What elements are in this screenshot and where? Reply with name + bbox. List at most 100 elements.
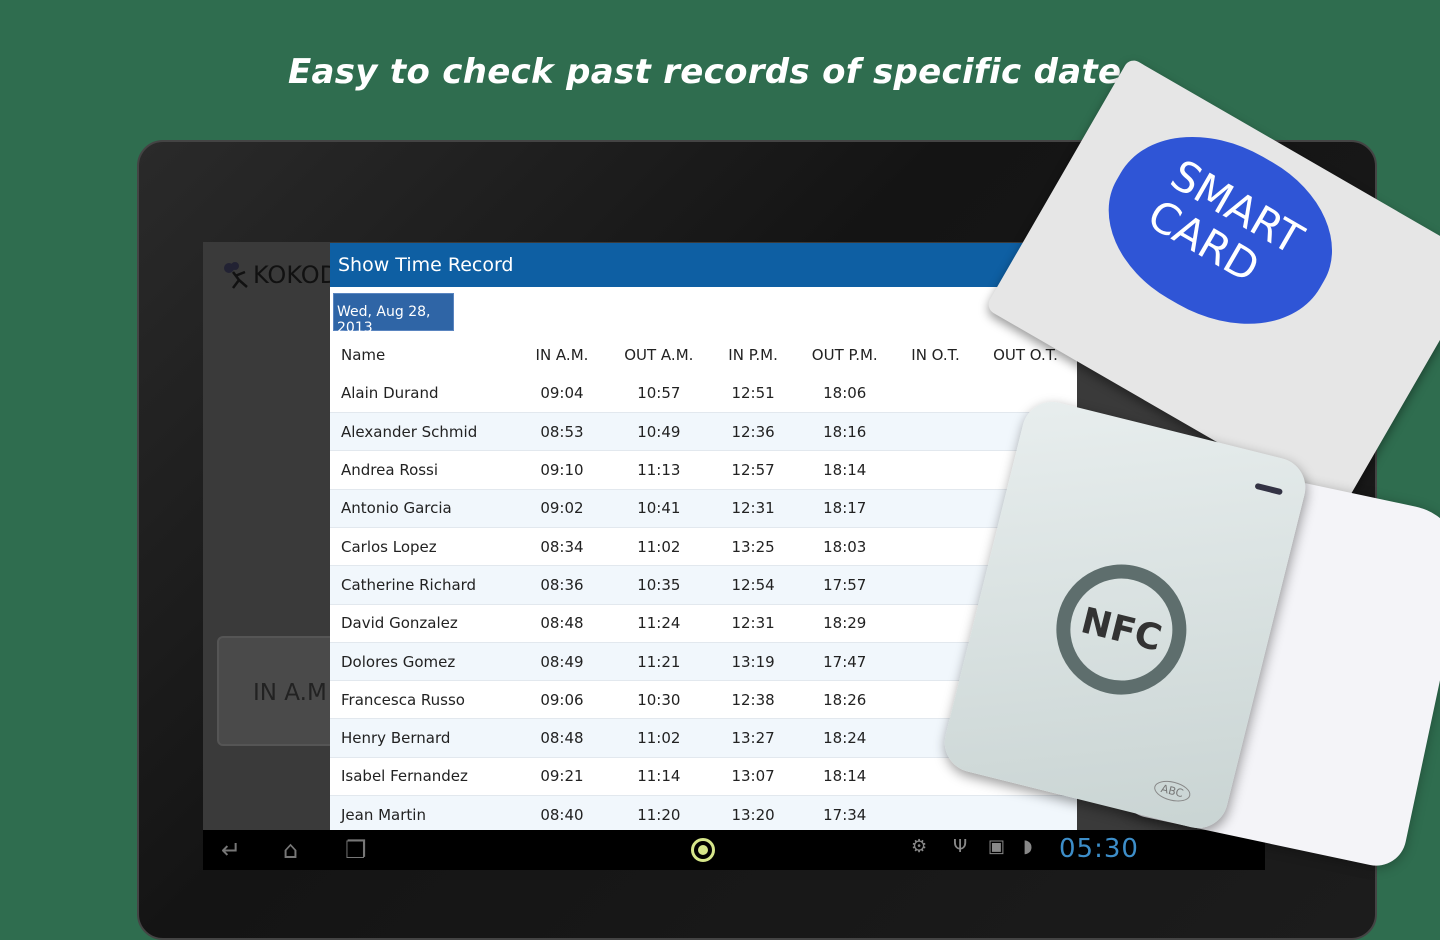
employee-name: Henry Bernard xyxy=(330,718,520,758)
time-cell: 09:02 xyxy=(520,489,604,528)
time-cell: 17:34 xyxy=(792,795,898,835)
table-row[interactable]: Jean Martin 08:40 11:20 13:20 17:34 xyxy=(330,795,1077,835)
time-cell: 12:38 xyxy=(713,680,793,720)
dialog-title: Show Time Record xyxy=(330,243,1077,287)
time-cell: 13:19 xyxy=(713,642,793,682)
time-cell: 12:31 xyxy=(713,604,793,643)
usb-icon: Ψ xyxy=(953,836,968,857)
time-cell: 17:47 xyxy=(792,642,898,682)
time-cell: 12:36 xyxy=(713,412,793,452)
time-cell: 08:40 xyxy=(520,795,604,835)
time-cell xyxy=(897,412,975,452)
time-cell: 11:14 xyxy=(603,757,714,797)
time-cell: 11:21 xyxy=(603,642,714,682)
time-cell: 11:20 xyxy=(603,795,714,835)
time-cell: 09:04 xyxy=(520,374,604,414)
time-cell: 08:48 xyxy=(520,718,604,758)
nfc-signal-icon: ◗ xyxy=(1023,836,1033,857)
time-cell: 11:02 xyxy=(603,718,714,758)
column-header: IN O.T. xyxy=(911,346,960,365)
time-cell: 17:57 xyxy=(792,565,898,605)
time-cell xyxy=(897,489,975,528)
employee-name: Jean Martin xyxy=(330,795,520,835)
time-cell: 08:49 xyxy=(520,642,604,682)
time-cell xyxy=(897,527,975,567)
column-header: IN A.M. xyxy=(535,346,589,365)
time-cell: 08:48 xyxy=(520,604,604,643)
time-cell: 09:06 xyxy=(520,680,604,720)
time-cell: 08:36 xyxy=(520,565,604,605)
time-cell: 08:53 xyxy=(520,412,604,452)
table-row[interactable]: Andrea Rossi 09:10 11:13 12:57 18:14 xyxy=(330,450,1077,490)
logo-figure-icon xyxy=(221,260,251,290)
play-store-icon: ▣ xyxy=(988,836,1006,857)
time-cell: 18:26 xyxy=(792,680,898,720)
time-cell: 08:34 xyxy=(520,527,604,567)
time-cell: 18:03 xyxy=(792,527,898,567)
time-cell: 10:30 xyxy=(603,680,714,720)
headline: Easy to check past records of specific d… xyxy=(288,52,1135,92)
employee-name: Dolores Gomez xyxy=(330,642,520,682)
nfc-text: NFC xyxy=(1077,599,1166,660)
time-cell: 10:35 xyxy=(603,565,714,605)
time-cell: 10:57 xyxy=(603,374,714,414)
time-cell: 11:24 xyxy=(603,604,714,643)
time-cell xyxy=(974,795,1077,835)
app-logo: KOKOD xyxy=(221,260,338,290)
date-picker-button[interactable]: Wed, Aug 28, 2013 xyxy=(333,293,454,336)
time-cell: 10:49 xyxy=(603,412,714,452)
time-cell: 18:17 xyxy=(792,489,898,528)
android-debug-icon: ⚙ xyxy=(911,836,928,857)
time-cell: 12:54 xyxy=(713,565,793,605)
column-header: Name xyxy=(341,346,386,365)
time-cell: 09:21 xyxy=(520,757,604,797)
time-cell: 13:20 xyxy=(713,795,793,835)
card-text: SMART CARD xyxy=(1139,149,1312,293)
employee-name: Carlos Lopez xyxy=(330,527,520,567)
reader-badge: ABC xyxy=(1152,777,1193,805)
time-cell: 09:10 xyxy=(520,450,604,490)
employee-name: Catherine Richard xyxy=(330,565,520,605)
time-cell xyxy=(897,565,975,605)
home-icon[interactable]: ⌂ xyxy=(283,836,298,864)
time-cell: 18:24 xyxy=(792,718,898,758)
camera-icon[interactable] xyxy=(691,838,715,862)
employee-name: Andrea Rossi xyxy=(330,450,520,490)
employee-name: Francesca Russo xyxy=(330,680,520,720)
table-row[interactable]: Alexander Schmid 08:53 10:49 12:36 18:16 xyxy=(330,412,1077,452)
column-header: OUT A.M. xyxy=(624,346,694,365)
table-row[interactable]: Catherine Richard 08:36 10:35 12:54 17:57 xyxy=(330,565,1077,605)
table-row[interactable]: David Gonzalez 08:48 11:24 12:31 18:29 xyxy=(330,604,1077,643)
employee-name: David Gonzalez xyxy=(330,604,520,643)
employee-name: Antonio Garcia xyxy=(330,489,520,528)
column-header: IN P.M. xyxy=(728,346,778,365)
time-cell xyxy=(897,604,975,643)
table-header: Name IN A.M. OUT A.M. IN P.M. OUT P.M. IN O.T… xyxy=(330,336,1077,374)
time-cell: 13:07 xyxy=(713,757,793,797)
logo-text: KOKOD xyxy=(253,261,339,289)
time-cell xyxy=(897,374,975,414)
clock: 05:30 xyxy=(1059,834,1139,864)
employee-name: Alexander Schmid xyxy=(330,412,520,452)
time-cell: 13:25 xyxy=(713,527,793,567)
cloud-shape: SMART CARD xyxy=(1078,99,1363,362)
recent-apps-icon[interactable]: ❐ xyxy=(345,836,367,864)
time-cell: 18:14 xyxy=(792,757,898,797)
back-icon[interactable]: ↵ xyxy=(221,836,241,864)
table-row[interactable]: Alain Durand 09:04 10:57 12:51 18:06 xyxy=(330,374,1077,414)
time-cell: 12:31 xyxy=(713,489,793,528)
time-cell: 18:06 xyxy=(792,374,898,414)
time-cell: 10:41 xyxy=(603,489,714,528)
time-cell xyxy=(897,450,975,490)
table-row[interactable]: Antonio Garcia 09:02 10:41 12:31 18:17 xyxy=(330,489,1077,528)
table-row[interactable]: Carlos Lopez 08:34 11:02 13:25 18:03 xyxy=(330,527,1077,567)
time-cell xyxy=(897,795,975,835)
time-cell: 11:13 xyxy=(603,450,714,490)
time-cell: 11:02 xyxy=(603,527,714,567)
employee-name: Alain Durand xyxy=(330,374,520,414)
in-am-label: IN A.M xyxy=(253,680,327,706)
led-indicator xyxy=(1254,482,1284,496)
time-cell: 13:27 xyxy=(713,718,793,758)
column-header: OUT P.M. xyxy=(811,346,878,365)
time-cell: 12:51 xyxy=(713,374,793,414)
